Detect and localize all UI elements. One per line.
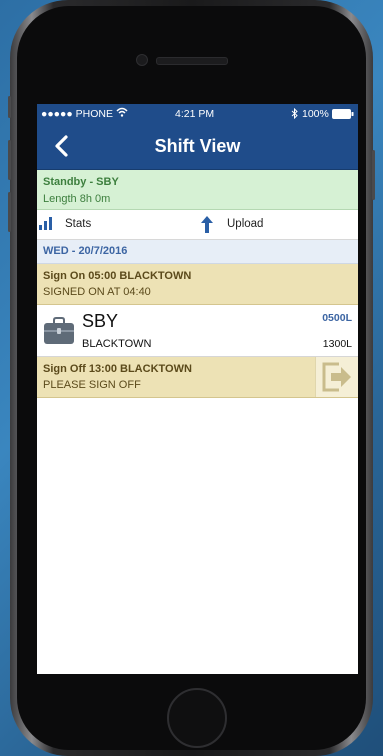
sign-off-button[interactable] <box>315 357 358 397</box>
battery-icon <box>332 109 354 122</box>
duty-location: BLACKTOWN <box>82 338 152 350</box>
duty-end-time: 1300L <box>322 338 352 350</box>
home-button[interactable] <box>167 688 227 748</box>
shift-title: Standby - SBY <box>43 176 119 188</box>
status-time: 4:21 PM <box>175 108 215 120</box>
duty-code: SBY <box>82 311 119 331</box>
shift-length: Length 8h 0m <box>43 193 111 205</box>
day-header: WED - 20/7/2016 <box>37 240 358 264</box>
front-camera <box>136 54 148 66</box>
sign-off-status: PLEASE SIGN OFF <box>43 379 141 391</box>
sign-out-icon <box>321 361 353 398</box>
nav-bar: Shift View <box>37 124 358 170</box>
bluetooth-icon <box>291 107 298 122</box>
sign-on-status: SIGNED ON AT 04:40 <box>43 286 151 298</box>
earpiece-speaker <box>156 57 228 65</box>
battery-percent: 100% <box>302 108 329 120</box>
volume-down-button <box>8 192 11 232</box>
duty-start-time: 0500L <box>322 312 352 324</box>
app-screen: ●●●●● PHONE 4:21 PM 100% Shift View Stan… <box>37 104 358 674</box>
duty-row[interactable]: SBY BLACKTOWN 0500L 1300L <box>37 305 358 357</box>
stats-label: Stats <box>65 218 92 230</box>
power-button <box>372 150 375 200</box>
shift-summary: Standby - SBY Length 8h 0m <box>37 170 358 210</box>
bar-chart-icon <box>39 217 53 235</box>
upload-label: Upload <box>227 218 264 230</box>
sign-on-title: Sign On 05:00 BLACKTOWN <box>43 270 192 282</box>
sign-off-row: Sign Off 13:00 BLACKTOWN PLEASE SIGN OFF <box>37 357 358 398</box>
upload-button[interactable]: Upload <box>197 210 358 239</box>
volume-up-button <box>8 140 11 180</box>
wifi-icon <box>116 107 128 120</box>
sign-on-row[interactable]: Sign On 05:00 BLACKTOWN SIGNED ON AT 04:… <box>37 264 358 305</box>
sign-off-title: Sign Off 13:00 BLACKTOWN <box>43 363 192 375</box>
silent-switch <box>8 96 11 118</box>
up-arrow-icon <box>201 216 213 238</box>
stats-button[interactable]: Stats <box>37 210 187 239</box>
carrier-label: ●●●●● PHONE <box>41 108 113 120</box>
briefcase-icon <box>43 317 75 345</box>
page-title: Shift View <box>154 136 241 156</box>
action-bar: Stats Upload <box>37 210 358 240</box>
status-bar: ●●●●● PHONE 4:21 PM 100% <box>37 104 358 124</box>
